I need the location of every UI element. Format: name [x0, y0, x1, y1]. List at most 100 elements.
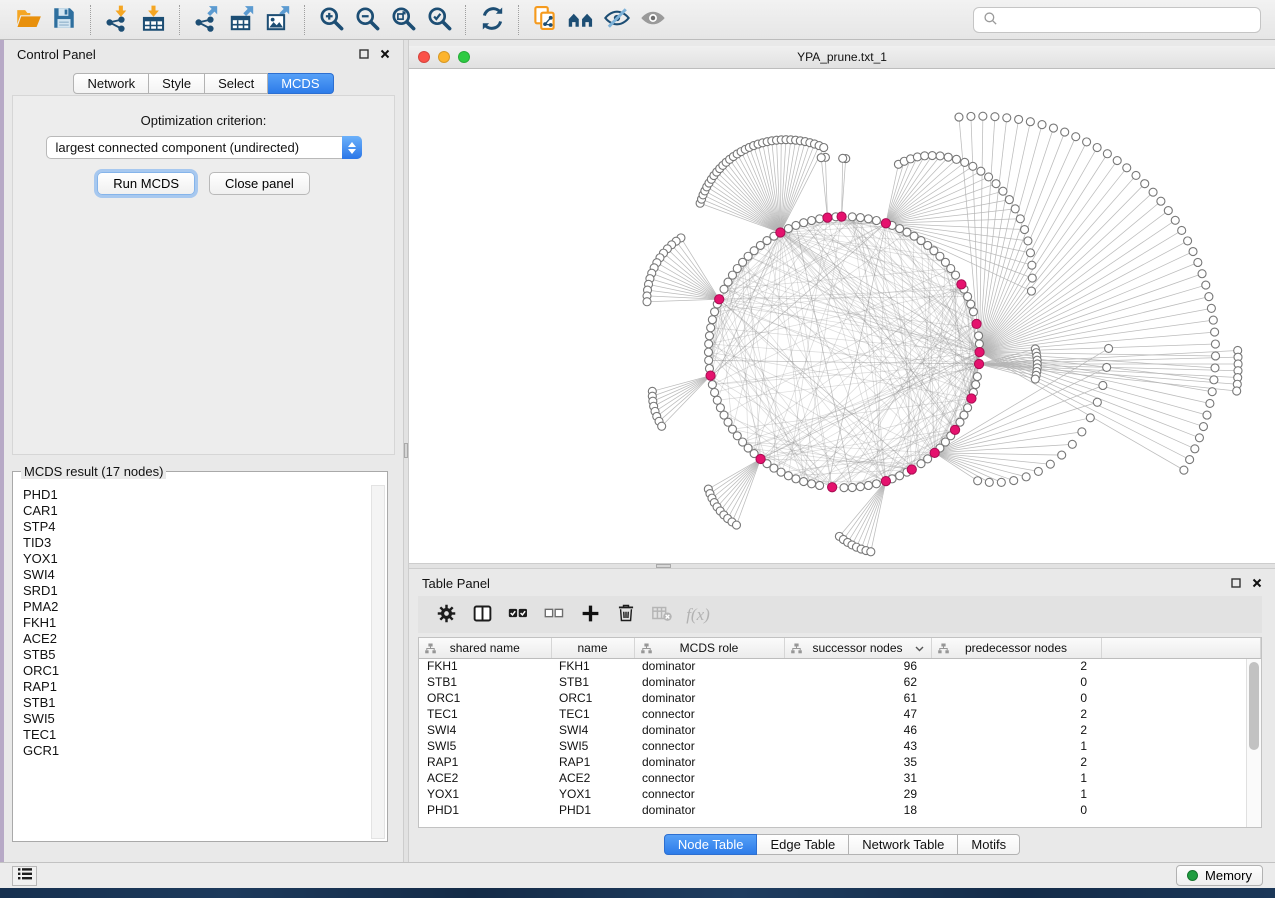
graph-node[interactable] — [1184, 237, 1192, 245]
float-panel-icon[interactable] — [1231, 578, 1241, 588]
mcds-result-item[interactable]: PHD1 — [23, 487, 370, 503]
graph-node[interactable] — [1015, 115, 1023, 123]
cell[interactable]: 96 — [784, 658, 931, 674]
graph-hub-node[interactable] — [975, 348, 984, 357]
graph-hub-node[interactable] — [837, 212, 846, 221]
mcds-result-item[interactable]: TEC1 — [23, 727, 370, 743]
graph-node[interactable] — [658, 422, 666, 430]
cell[interactable]: dominator — [634, 658, 784, 674]
graph-node[interactable] — [816, 215, 824, 223]
graph-node[interactable] — [896, 472, 904, 480]
graph-node[interactable] — [974, 477, 982, 485]
graph-hub-node[interactable] — [828, 483, 837, 492]
graph-node[interactable] — [1028, 274, 1036, 282]
graph-node[interactable] — [1211, 364, 1219, 372]
graph-node[interactable] — [1180, 466, 1188, 474]
table-row[interactable]: SWI5SWI5connector431 — [419, 738, 1261, 754]
graph-node[interactable] — [1093, 398, 1101, 406]
graph-node[interactable] — [1199, 423, 1207, 431]
graph-node[interactable] — [1191, 445, 1199, 453]
graph-node[interactable] — [985, 478, 993, 486]
network-graph[interactable] — [409, 69, 1275, 563]
graph-node[interactable] — [872, 480, 880, 488]
graph-node[interactable] — [961, 158, 969, 166]
graph-node[interactable] — [1211, 352, 1219, 360]
hide-selected-button[interactable] — [599, 3, 635, 37]
graph-hub-node[interactable] — [881, 219, 890, 228]
graph-node[interactable] — [1010, 477, 1018, 485]
graph-hub-node[interactable] — [967, 394, 976, 403]
graph-node[interactable] — [992, 180, 1000, 188]
graph-node[interactable] — [1198, 270, 1206, 278]
graph-node[interactable] — [711, 308, 719, 316]
graph-node[interactable] — [1028, 261, 1036, 269]
table-row[interactable]: YOX1YOX1connector291 — [419, 786, 1261, 802]
select-all-button[interactable] — [500, 599, 536, 631]
graph-node[interactable] — [1164, 207, 1172, 215]
graph-node[interactable] — [1123, 164, 1131, 172]
mcds-result-item[interactable]: SRD1 — [23, 583, 370, 599]
graph-node[interactable] — [969, 162, 977, 170]
tab-network[interactable]: Network — [73, 73, 149, 94]
graph-node[interactable] — [1011, 205, 1019, 213]
graph-node[interactable] — [1178, 226, 1186, 234]
graph-node[interactable] — [777, 468, 785, 476]
table-row[interactable]: FKH1FKH1dominator962 — [419, 658, 1261, 674]
cell[interactable]: dominator — [634, 754, 784, 770]
graph-node[interactable] — [867, 548, 875, 556]
table-row[interactable]: ORC1ORC1dominator610 — [419, 690, 1261, 706]
graph-node[interactable] — [1209, 316, 1217, 324]
cell[interactable]: dominator — [634, 802, 784, 818]
cell[interactable]: 43 — [784, 738, 931, 754]
graph-node[interactable] — [1211, 328, 1219, 336]
cell[interactable]: ACE2 — [551, 770, 634, 786]
graph-node[interactable] — [784, 472, 792, 480]
mcds-result-item[interactable]: PMA2 — [23, 599, 370, 615]
graph-node[interactable] — [1021, 226, 1029, 234]
close-panel-icon[interactable] — [380, 49, 390, 59]
cell[interactable]: 35 — [784, 754, 931, 770]
close-window-icon[interactable] — [418, 51, 430, 63]
cell[interactable]: 2 — [931, 754, 1101, 770]
table-scrollbar-thumb[interactable] — [1249, 662, 1259, 750]
graph-node[interactable] — [999, 187, 1007, 195]
export-table-button[interactable] — [224, 3, 260, 37]
cell[interactable]: dominator — [634, 722, 784, 738]
cell[interactable]: ORC1 — [551, 690, 634, 706]
graph-hub-node[interactable] — [930, 448, 939, 457]
graph-node[interactable] — [1027, 287, 1035, 295]
graph-node[interactable] — [1026, 118, 1034, 126]
graph-node[interactable] — [903, 228, 911, 236]
graph-hub-node[interactable] — [957, 280, 966, 289]
graph-node[interactable] — [840, 484, 848, 492]
mcds-result-item[interactable]: RAP1 — [23, 679, 370, 695]
graph-node[interactable] — [856, 214, 864, 222]
export-image-button[interactable] — [260, 3, 296, 37]
graph-node[interactable] — [1093, 144, 1101, 152]
refresh-layout-button[interactable] — [474, 3, 510, 37]
cell[interactable]: 2 — [931, 722, 1101, 738]
graph-node[interactable] — [1086, 414, 1094, 422]
mcds-result-item[interactable]: ACE2 — [23, 631, 370, 647]
tab-edge-table[interactable]: Edge Table — [757, 834, 849, 855]
graph-node[interactable] — [800, 219, 808, 227]
table-settings-button[interactable] — [428, 599, 464, 631]
cell[interactable]: SWI4 — [551, 722, 634, 738]
cell[interactable]: 61 — [784, 690, 931, 706]
graph-node[interactable] — [964, 404, 972, 412]
optimization-criterion-select[interactable]: largest connected component (undirected) — [46, 136, 362, 159]
import-network-button[interactable] — [99, 3, 135, 37]
graph-node[interactable] — [1061, 128, 1069, 136]
graph-hub-node[interactable] — [974, 359, 983, 368]
graph-node[interactable] — [1194, 258, 1202, 266]
graph-node[interactable] — [1189, 248, 1197, 256]
graph-node[interactable] — [1141, 180, 1149, 188]
cell[interactable]: YOX1 — [419, 786, 551, 802]
cell[interactable]: ORC1 — [419, 690, 551, 706]
graph-node[interactable] — [896, 225, 904, 233]
graph-node[interactable] — [960, 411, 968, 419]
search-box[interactable] — [973, 7, 1261, 33]
graph-node[interactable] — [1003, 114, 1011, 122]
cell[interactable]: 2 — [931, 706, 1101, 722]
export-network-button[interactable] — [188, 3, 224, 37]
